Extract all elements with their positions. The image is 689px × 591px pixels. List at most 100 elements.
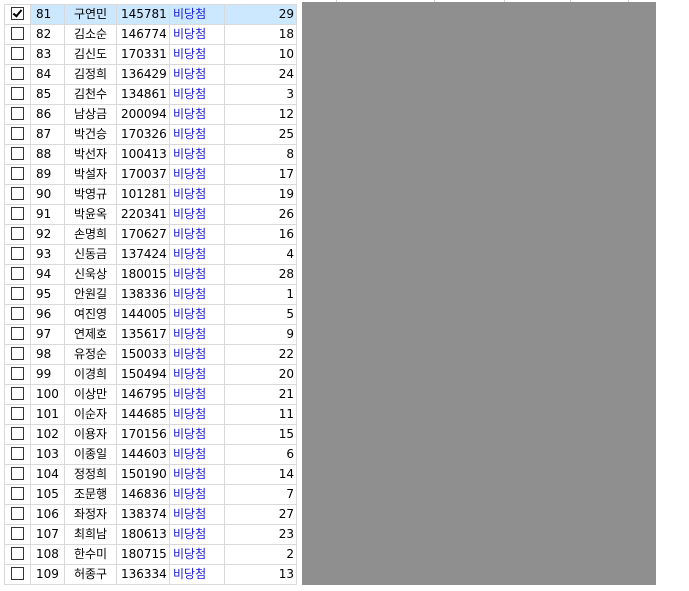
empty-box-icon[interactable] (11, 107, 24, 120)
empty-box-icon[interactable] (11, 427, 24, 440)
empty-box-icon[interactable] (11, 67, 24, 80)
empty-box-icon[interactable] (11, 87, 24, 100)
empty-box-icon[interactable] (11, 307, 24, 320)
row-checkbox-cell[interactable] (4, 264, 31, 285)
row-checkbox-cell[interactable] (4, 184, 31, 205)
table-row[interactable]: 86 남상금 200094 비당첨 12 (4, 104, 297, 125)
table-row[interactable]: 103 이종일 144603 비당첨 6 (4, 444, 297, 465)
row-number: 90 (30, 184, 65, 205)
empty-box-icon[interactable] (11, 507, 24, 520)
checkmark-box-icon[interactable] (11, 7, 24, 20)
row-status: 비당첨 (169, 384, 225, 405)
empty-box-icon[interactable] (11, 187, 24, 200)
row-checkbox-cell[interactable] (4, 4, 31, 25)
empty-box-icon[interactable] (11, 547, 24, 560)
table-row[interactable]: 105 조문행 146836 비당첨 7 (4, 484, 297, 505)
table-row[interactable]: 104 정정희 150190 비당첨 14 (4, 464, 297, 485)
row-checkbox-cell[interactable] (4, 64, 31, 85)
row-checkbox-cell[interactable] (4, 424, 31, 445)
row-number: 106 (30, 504, 65, 525)
table-row[interactable]: 93 신동금 137424 비당첨 4 (4, 244, 297, 265)
table-row[interactable]: 81 구연민 145781 비당첨 29 (4, 4, 297, 25)
table-row[interactable]: 91 박윤옥 220341 비당첨 26 (4, 204, 297, 225)
row-id: 200094 (116, 104, 170, 125)
row-checkbox-cell[interactable] (4, 524, 31, 545)
row-checkbox-cell[interactable] (4, 404, 31, 425)
table-row[interactable]: 89 박설자 170037 비당첨 17 (4, 164, 297, 185)
table-row[interactable]: 83 김신도 170331 비당첨 10 (4, 44, 297, 65)
table-row[interactable]: 99 이경희 150494 비당첨 20 (4, 364, 297, 385)
table-row[interactable]: 97 연제호 135617 비당첨 9 (4, 324, 297, 345)
empty-box-icon[interactable] (11, 227, 24, 240)
empty-box-icon[interactable] (11, 527, 24, 540)
table-row[interactable]: 92 손명희 170627 비당첨 16 (4, 224, 297, 245)
row-checkbox-cell[interactable] (4, 484, 31, 505)
table-row[interactable]: 102 이용자 170156 비당첨 15 (4, 424, 297, 445)
table-row[interactable]: 106 좌정자 138374 비당첨 27 (4, 504, 297, 525)
table-row[interactable]: 82 김소순 146774 비당첨 18 (4, 24, 297, 45)
table-row[interactable]: 95 안원길 138336 비당첨 1 (4, 284, 297, 305)
empty-box-icon[interactable] (11, 467, 24, 480)
row-checkbox-cell[interactable] (4, 124, 31, 145)
table-row[interactable]: 96 여진영 144005 비당첨 5 (4, 304, 297, 325)
row-checkbox-cell[interactable] (4, 84, 31, 105)
empty-box-icon[interactable] (11, 327, 24, 340)
row-checkbox-cell[interactable] (4, 204, 31, 225)
empty-box-icon[interactable] (11, 287, 24, 300)
empty-box-icon[interactable] (11, 447, 24, 460)
table-row[interactable]: 94 신욱상 180015 비당첨 28 (4, 264, 297, 285)
table-row[interactable]: 98 유정순 150033 비당첨 22 (4, 344, 297, 365)
table-row[interactable]: 101 이순자 144685 비당첨 11 (4, 404, 297, 425)
empty-box-icon[interactable] (11, 567, 24, 580)
row-checkbox-cell[interactable] (4, 324, 31, 345)
empty-box-icon[interactable] (11, 207, 24, 220)
row-checkbox-cell[interactable] (4, 284, 31, 305)
row-checkbox-cell[interactable] (4, 464, 31, 485)
row-checkbox-cell[interactable] (4, 344, 31, 365)
row-status: 비당첨 (169, 404, 225, 425)
table-row[interactable]: 90 박영규 101281 비당첨 19 (4, 184, 297, 205)
empty-box-icon[interactable] (11, 147, 24, 160)
row-number: 102 (30, 424, 65, 445)
empty-box-icon[interactable] (11, 127, 24, 140)
table-row[interactable]: 85 김천수 134861 비당첨 3 (4, 84, 297, 105)
row-number: 83 (30, 44, 65, 65)
row-name: 신욱상 (64, 264, 117, 285)
table-row[interactable]: 88 박선자 100413 비당첨 8 (4, 144, 297, 165)
empty-box-icon[interactable] (11, 247, 24, 260)
data-grid: 81 구연민 145781 비당첨 29 82 김소순 146774 비당첨 18 83 김신도 170… (4, 4, 297, 585)
table-row[interactable]: 84 김정희 136429 비당첨 24 (4, 64, 297, 85)
row-number: 99 (30, 364, 65, 385)
empty-box-icon[interactable] (11, 167, 24, 180)
empty-box-icon[interactable] (11, 267, 24, 280)
row-checkbox-cell[interactable] (4, 144, 31, 165)
table-row[interactable]: 108 한수미 180715 비당첨 2 (4, 544, 297, 565)
row-checkbox-cell[interactable] (4, 304, 31, 325)
empty-box-icon[interactable] (11, 387, 24, 400)
row-checkbox-cell[interactable] (4, 544, 31, 565)
row-checkbox-cell[interactable] (4, 244, 31, 265)
row-id: 146774 (116, 24, 170, 45)
row-number: 98 (30, 344, 65, 365)
row-name: 이경희 (64, 364, 117, 385)
empty-box-icon[interactable] (11, 487, 24, 500)
table-row[interactable]: 107 최희남 180613 비당첨 23 (4, 524, 297, 545)
row-checkbox-cell[interactable] (4, 504, 31, 525)
empty-box-icon[interactable] (11, 407, 24, 420)
row-checkbox-cell[interactable] (4, 24, 31, 45)
row-checkbox-cell[interactable] (4, 444, 31, 465)
empty-box-icon[interactable] (11, 27, 24, 40)
table-row[interactable]: 87 박건승 170326 비당첨 25 (4, 124, 297, 145)
table-row[interactable]: 100 이상만 146795 비당첨 21 (4, 384, 297, 405)
empty-box-icon[interactable] (11, 367, 24, 380)
empty-box-icon[interactable] (11, 47, 24, 60)
row-checkbox-cell[interactable] (4, 164, 31, 185)
row-checkbox-cell[interactable] (4, 44, 31, 65)
row-checkbox-cell[interactable] (4, 224, 31, 245)
row-checkbox-cell[interactable] (4, 104, 31, 125)
empty-box-icon[interactable] (11, 347, 24, 360)
row-checkbox-cell[interactable] (4, 564, 31, 585)
table-row[interactable]: 109 허종구 136334 비당첨 13 (4, 564, 297, 585)
row-checkbox-cell[interactable] (4, 364, 31, 385)
row-checkbox-cell[interactable] (4, 384, 31, 405)
